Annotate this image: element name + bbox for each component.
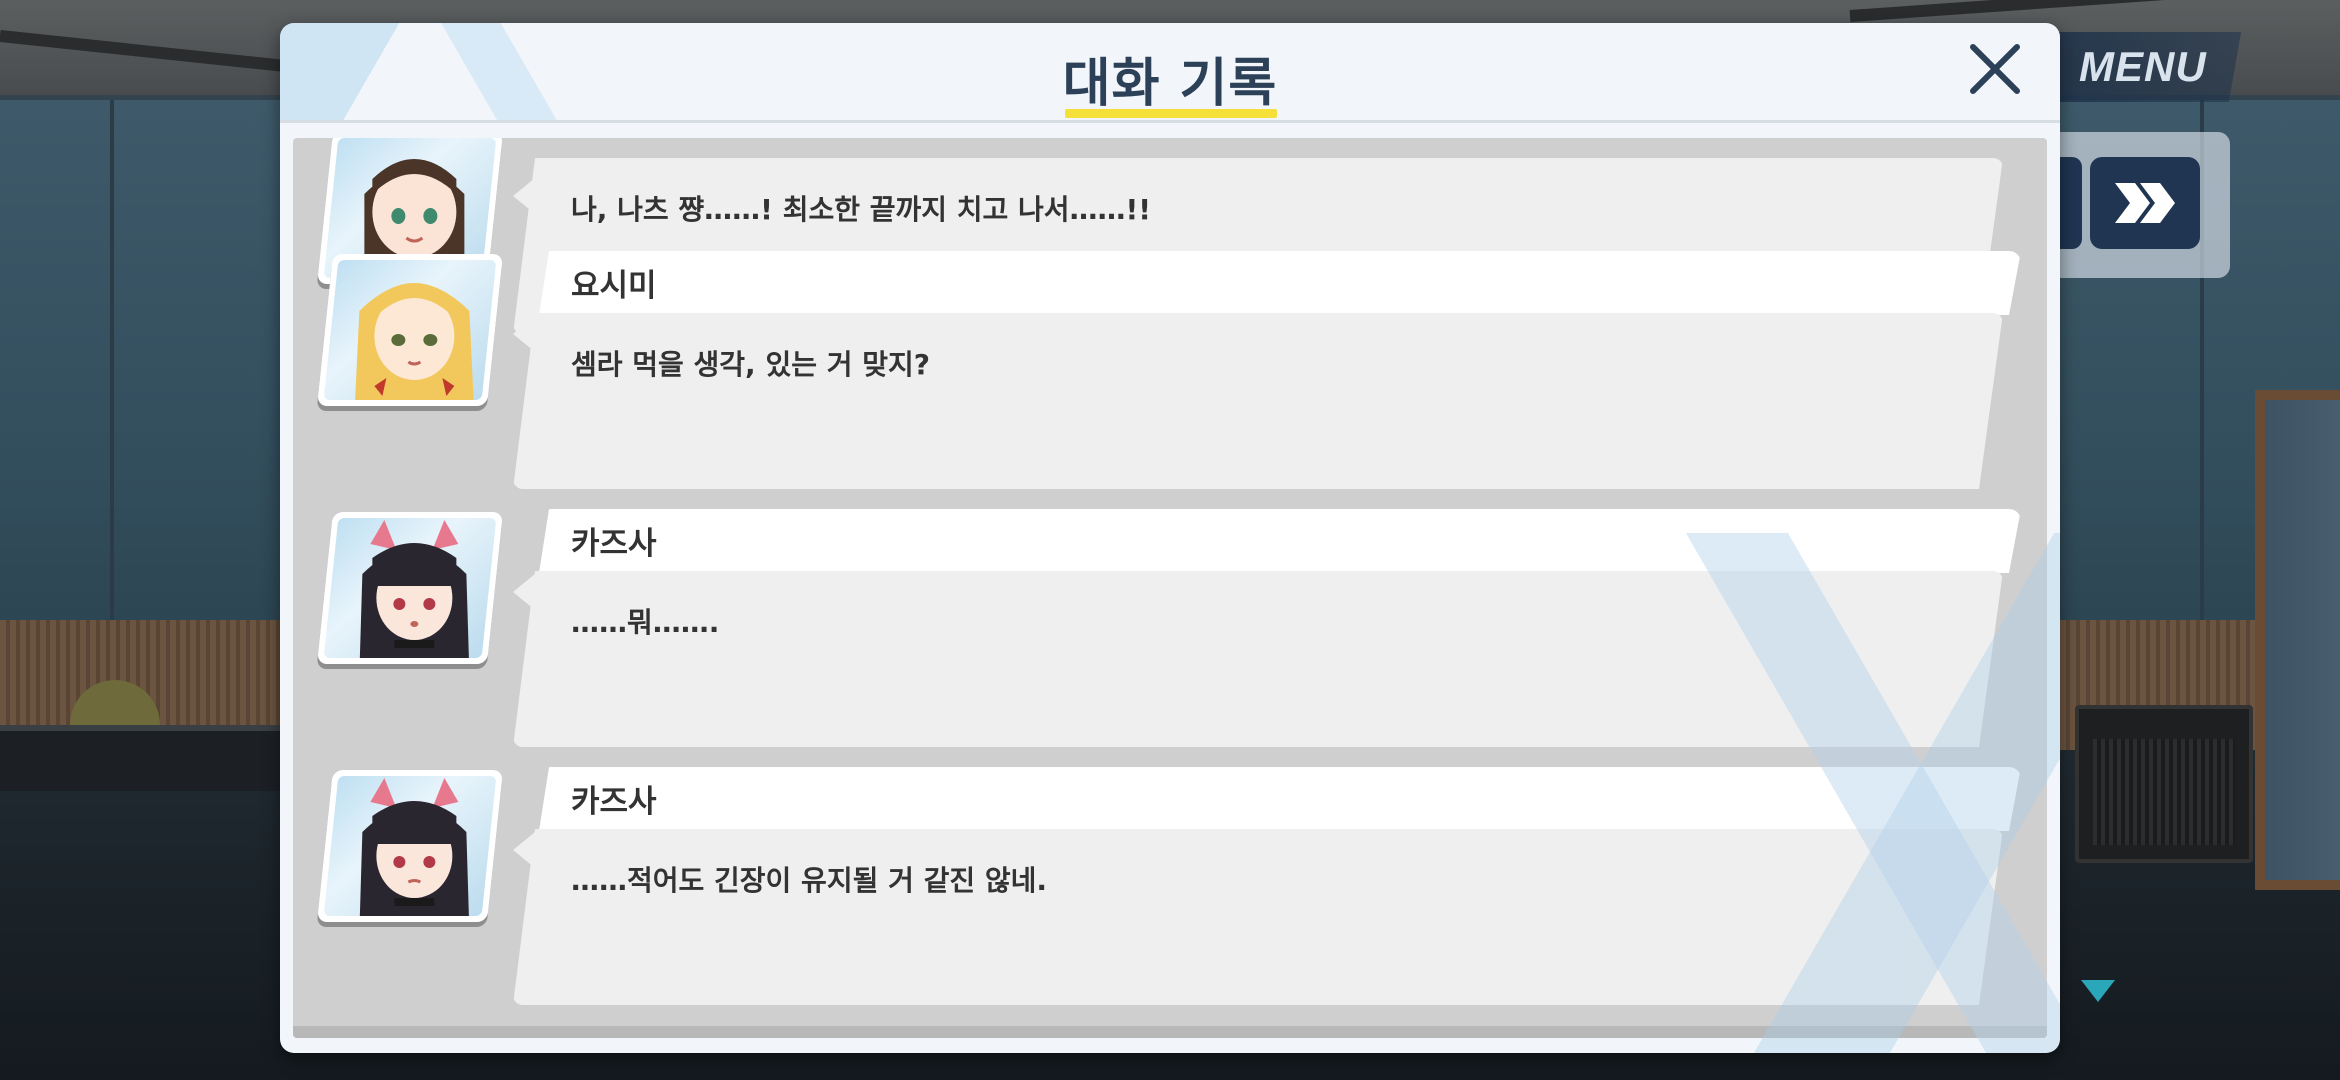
dialogue-text: ……뭐……. xyxy=(571,606,720,639)
speaker-name: 카즈사 xyxy=(571,526,657,562)
dialogue-text: ……적어도 긴장이 유지될 거 같진 않네. xyxy=(571,864,1048,897)
game-screen: MENU 대화 기록 나, 나츠 쨩……! 최소한 끝까지 치고 나서……!! … xyxy=(0,0,2340,1080)
close-icon xyxy=(1970,44,2020,94)
door xyxy=(2255,390,2340,890)
character-portrait xyxy=(317,254,503,406)
dialogue-text: 나, 나츠 쨩……! 최소한 끝까지 치고 나서……!! xyxy=(571,193,1152,226)
scroll-down-indicator-icon xyxy=(2081,980,2115,1002)
speaker-name-bar xyxy=(539,251,2021,315)
amplifier xyxy=(2075,705,2253,863)
dialogue-log-modal: 대화 기록 나, 나츠 쨩……! 최소한 끝까지 치고 나서……!! 요시미 셈… xyxy=(280,23,2060,1053)
character-portrait xyxy=(317,512,503,664)
fast-forward-icon xyxy=(2115,183,2175,223)
auto-button[interactable] xyxy=(2060,157,2082,249)
log-entry: 요시미 셈라 먹을 생각, 있는 거 맞지? xyxy=(293,251,2047,509)
close-button[interactable] xyxy=(1965,39,2025,99)
character-portrait xyxy=(317,770,503,922)
speaker-name: 요시미 xyxy=(571,268,657,304)
keyboard-instrument xyxy=(0,725,290,791)
skip-button[interactable] xyxy=(2090,157,2200,249)
dialogue-text: 셈라 먹을 생각, 있는 거 맞지? xyxy=(571,348,930,381)
modal-header: 대화 기록 xyxy=(280,23,2060,123)
dialogue-text-box xyxy=(513,313,2003,489)
speaker-name: 카즈사 xyxy=(571,784,657,820)
title-underline xyxy=(1065,109,1277,118)
menu-button[interactable]: MENU xyxy=(2043,32,2242,102)
wall-panel xyxy=(0,100,114,620)
wall-panel xyxy=(114,100,293,620)
modal-title: 대화 기록 xyxy=(1062,54,1278,114)
modal-decoration xyxy=(1680,533,2060,1053)
menu-button-label: MENU xyxy=(2078,43,2207,90)
